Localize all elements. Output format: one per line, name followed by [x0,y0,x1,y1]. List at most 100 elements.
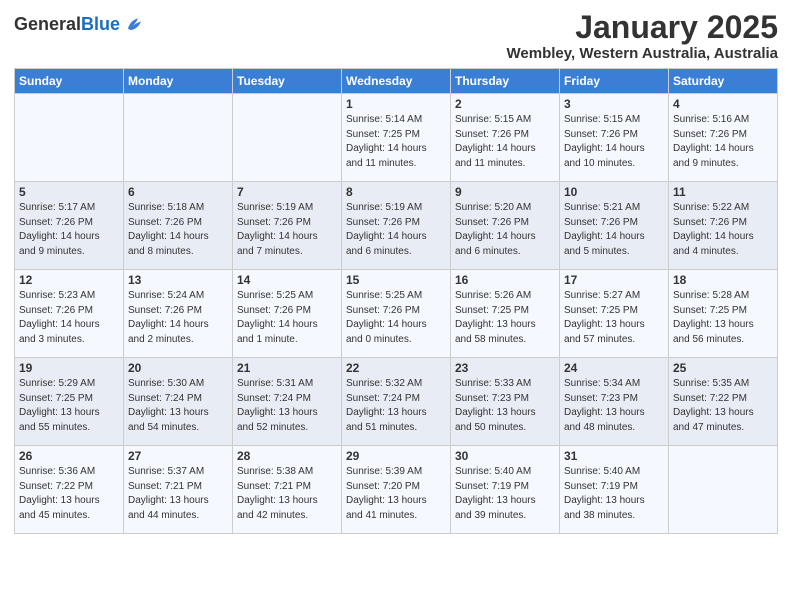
day-info: Sunrise: 5:28 AMSunset: 7:25 PMDaylight:… [673,289,773,347]
day-number: 14 [237,273,337,287]
calendar-header: Sunday Monday Tuesday Wednesday Thursday… [15,69,778,94]
day-info: Sunrise: 5:26 AMSunset: 7:25 PMDaylight:… [455,289,555,347]
calendar-table: Sunday Monday Tuesday Wednesday Thursday… [14,68,778,534]
col-friday: Friday [560,69,669,94]
calendar-cell: 8 Sunrise: 5:19 AMSunset: 7:26 PMDaylight… [342,182,451,270]
day-number: 30 [455,449,555,463]
day-info: Sunrise: 5:32 AMSunset: 7:24 PMDaylight:… [346,377,446,435]
calendar-cell: 5Sunrise: 5:17 AMSunset: 7:26 PMDaylight… [15,182,124,270]
day-number: 28 [237,449,337,463]
day-info: Sunrise: 5:19 AMSunset: 7:26 PMDaylight:… [346,201,446,259]
day-info: Sunrise: 5:15 AMSunset: 7:26 PMDaylight:… [455,113,555,171]
day-info: Sunrise: 5:19 AMSunset: 7:26 PMDaylight:… [237,201,337,259]
calendar-cell [124,94,233,182]
calendar-week-2: 5Sunrise: 5:17 AMSunset: 7:26 PMDaylight… [15,182,778,270]
day-info: Sunrise: 5:15 AMSunset: 7:26 PMDaylight:… [564,113,664,171]
day-info: Sunrise: 5:23 AMSunset: 7:26 PMDaylight:… [19,289,119,347]
day-info: Sunrise: 5:25 AMSunset: 7:26 PMDaylight:… [237,289,337,347]
title-block: January 2025 Wembley, Western Australia,… [507,10,778,62]
day-info: Sunrise: 5:39 AMSunset: 7:20 PMDaylight:… [346,465,446,523]
day-number: 23 [455,361,555,375]
day-number: 8 [346,185,446,199]
calendar-cell: 20 Sunrise: 5:30 AMSunset: 7:24 PMDayligh… [124,358,233,446]
day-number: 27 [128,449,228,463]
day-number: 24 [564,361,664,375]
calendar-week-1: 1 Sunrise: 5:14 AMSunset: 7:25 PMDaylight… [15,94,778,182]
calendar-cell: 31Sunrise: 5:40 AMSunset: 7:19 PMDayligh… [560,446,669,534]
logo-general: General [14,14,81,34]
day-number: 2 [455,97,555,111]
col-wednesday: Wednesday [342,69,451,94]
day-info: Sunrise: 5:27 AMSunset: 7:25 PMDaylight:… [564,289,664,347]
logo-blue: Blue [81,14,120,34]
calendar-cell: 14 Sunrise: 5:25 AMSunset: 7:26 PMDayligh… [233,270,342,358]
logo: GeneralBlue [14,14,144,36]
day-number: 4 [673,97,773,111]
calendar-cell: 16 Sunrise: 5:26 AMSunset: 7:25 PMDayligh… [451,270,560,358]
calendar-cell: 6 Sunrise: 5:18 AMSunset: 7:26 PMDaylight… [124,182,233,270]
day-number: 5 [19,185,119,199]
calendar-cell: 7 Sunrise: 5:19 AMSunset: 7:26 PMDaylight… [233,182,342,270]
calendar-cell: 23 Sunrise: 5:33 AMSunset: 7:23 PMDayligh… [451,358,560,446]
day-number: 12 [19,273,119,287]
calendar-cell: 1 Sunrise: 5:14 AMSunset: 7:25 PMDaylight… [342,94,451,182]
location: Wembley, Western Australia, Australia [507,45,778,62]
day-info: Sunrise: 5:20 AMSunset: 7:26 PMDaylight:… [455,201,555,259]
day-info: Sunrise: 5:18 AMSunset: 7:26 PMDaylight:… [128,201,228,259]
calendar-cell: 3 Sunrise: 5:15 AMSunset: 7:26 PMDaylight… [560,94,669,182]
day-number: 1 [346,97,446,111]
day-info: Sunrise: 5:24 AMSunset: 7:26 PMDaylight:… [128,289,228,347]
header: GeneralBlue January 2025 Wembley, Wester… [14,10,778,62]
logo-text: GeneralBlue [14,15,120,35]
logo-bird-icon [122,14,144,36]
calendar-cell: 12 Sunrise: 5:23 AMSunset: 7:26 PMDayligh… [15,270,124,358]
day-info: Sunrise: 5:37 AMSunset: 7:21 PMDaylight:… [128,465,228,523]
day-info: Sunrise: 5:38 AMSunset: 7:21 PMDaylight:… [237,465,337,523]
day-info: Sunrise: 5:36 AMSunset: 7:22 PMDaylight:… [19,465,119,523]
day-info: Sunrise: 5:29 AMSunset: 7:25 PMDaylight:… [19,377,119,435]
day-number: 29 [346,449,446,463]
day-info: Sunrise: 5:22 AMSunset: 7:26 PMDaylight:… [673,201,773,259]
calendar-cell: 10Sunrise: 5:21 AMSunset: 7:26 PMDayligh… [560,182,669,270]
day-number: 26 [19,449,119,463]
calendar-cell: 25Sunrise: 5:35 AMSunset: 7:22 PMDayligh… [669,358,778,446]
day-number: 21 [237,361,337,375]
day-info: Sunrise: 5:21 AMSunset: 7:26 PMDaylight:… [564,201,664,259]
calendar-cell: 28 Sunrise: 5:38 AMSunset: 7:21 PMDayligh… [233,446,342,534]
header-row: Sunday Monday Tuesday Wednesday Thursday… [15,69,778,94]
calendar-cell: 9 Sunrise: 5:20 AMSunset: 7:26 PMDaylight… [451,182,560,270]
day-info: Sunrise: 5:33 AMSunset: 7:23 PMDaylight:… [455,377,555,435]
day-number: 7 [237,185,337,199]
day-number: 31 [564,449,664,463]
calendar-cell: 11 Sunrise: 5:22 AMSunset: 7:26 PMDayligh… [669,182,778,270]
calendar-week-4: 19Sunrise: 5:29 AMSunset: 7:25 PMDayligh… [15,358,778,446]
day-info: Sunrise: 5:16 AMSunset: 7:26 PMDaylight:… [673,113,773,171]
calendar-cell: 2 Sunrise: 5:15 AMSunset: 7:26 PMDaylight… [451,94,560,182]
calendar-body: 1 Sunrise: 5:14 AMSunset: 7:25 PMDaylight… [15,94,778,534]
day-info: Sunrise: 5:30 AMSunset: 7:24 PMDaylight:… [128,377,228,435]
day-number: 16 [455,273,555,287]
page-container: GeneralBlue January 2025 Wembley, Wester… [0,0,792,548]
calendar-week-3: 12 Sunrise: 5:23 AMSunset: 7:26 PMDayligh… [15,270,778,358]
day-number: 22 [346,361,446,375]
day-number: 6 [128,185,228,199]
day-info: Sunrise: 5:40 AMSunset: 7:19 PMDaylight:… [455,465,555,523]
calendar-cell [233,94,342,182]
calendar-cell: 13Sunrise: 5:24 AMSunset: 7:26 PMDayligh… [124,270,233,358]
calendar-cell: 27 Sunrise: 5:37 AMSunset: 7:21 PMDayligh… [124,446,233,534]
calendar-cell: 22 Sunrise: 5:32 AMSunset: 7:24 PMDayligh… [342,358,451,446]
day-info: Sunrise: 5:34 AMSunset: 7:23 PMDaylight:… [564,377,664,435]
col-monday: Monday [124,69,233,94]
day-number: 11 [673,185,773,199]
calendar-cell: 30 Sunrise: 5:40 AMSunset: 7:19 PMDayligh… [451,446,560,534]
day-info: Sunrise: 5:31 AMSunset: 7:24 PMDaylight:… [237,377,337,435]
calendar-cell: 17Sunrise: 5:27 AMSunset: 7:25 PMDayligh… [560,270,669,358]
col-sunday: Sunday [15,69,124,94]
day-number: 20 [128,361,228,375]
calendar-cell [669,446,778,534]
day-info: Sunrise: 5:14 AMSunset: 7:25 PMDaylight:… [346,113,446,171]
calendar-week-5: 26 Sunrise: 5:36 AMSunset: 7:22 PMDayligh… [15,446,778,534]
day-number: 9 [455,185,555,199]
day-number: 3 [564,97,664,111]
calendar-cell: 18Sunrise: 5:28 AMSunset: 7:25 PMDayligh… [669,270,778,358]
